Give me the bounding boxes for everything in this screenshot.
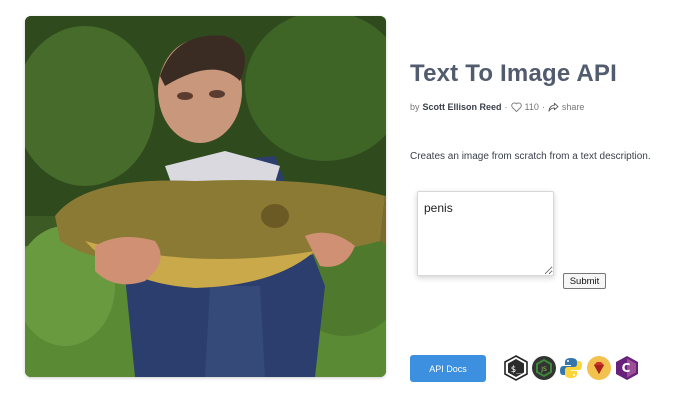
byline-separator: · [504, 102, 508, 112]
api-description: Creates an image from scratch from a tex… [410, 151, 651, 162]
svg-text:$_: $_ [511, 365, 522, 375]
like-count: 110 [524, 102, 539, 112]
byline: by Scott Ellison Reed · 110 · share [410, 102, 584, 112]
byline-separator: · [541, 102, 545, 112]
prompt-input[interactable]: penis [417, 191, 554, 276]
csharp-icon[interactable]: C [614, 355, 640, 381]
share-link[interactable]: share [562, 102, 585, 112]
nodejs-icon[interactable]: JS [531, 355, 557, 381]
ruby-icon[interactable] [586, 355, 612, 381]
heart-icon[interactable] [510, 102, 522, 112]
page-title: Text To Image API [410, 60, 617, 87]
generated-image [25, 16, 386, 377]
submit-button[interactable]: Submit [563, 273, 606, 289]
author-link[interactable]: Scott Ellison Reed [423, 102, 502, 112]
generated-image-artwork [25, 16, 386, 377]
share-icon[interactable] [548, 102, 559, 112]
byline-prefix: by [410, 102, 420, 112]
svg-text:C: C [622, 361, 631, 375]
svg-text:JS: JS [540, 366, 547, 373]
python-icon[interactable] [558, 355, 584, 381]
terminal-icon[interactable]: $_ [503, 355, 529, 381]
api-docs-button[interactable]: API Docs [410, 355, 486, 382]
